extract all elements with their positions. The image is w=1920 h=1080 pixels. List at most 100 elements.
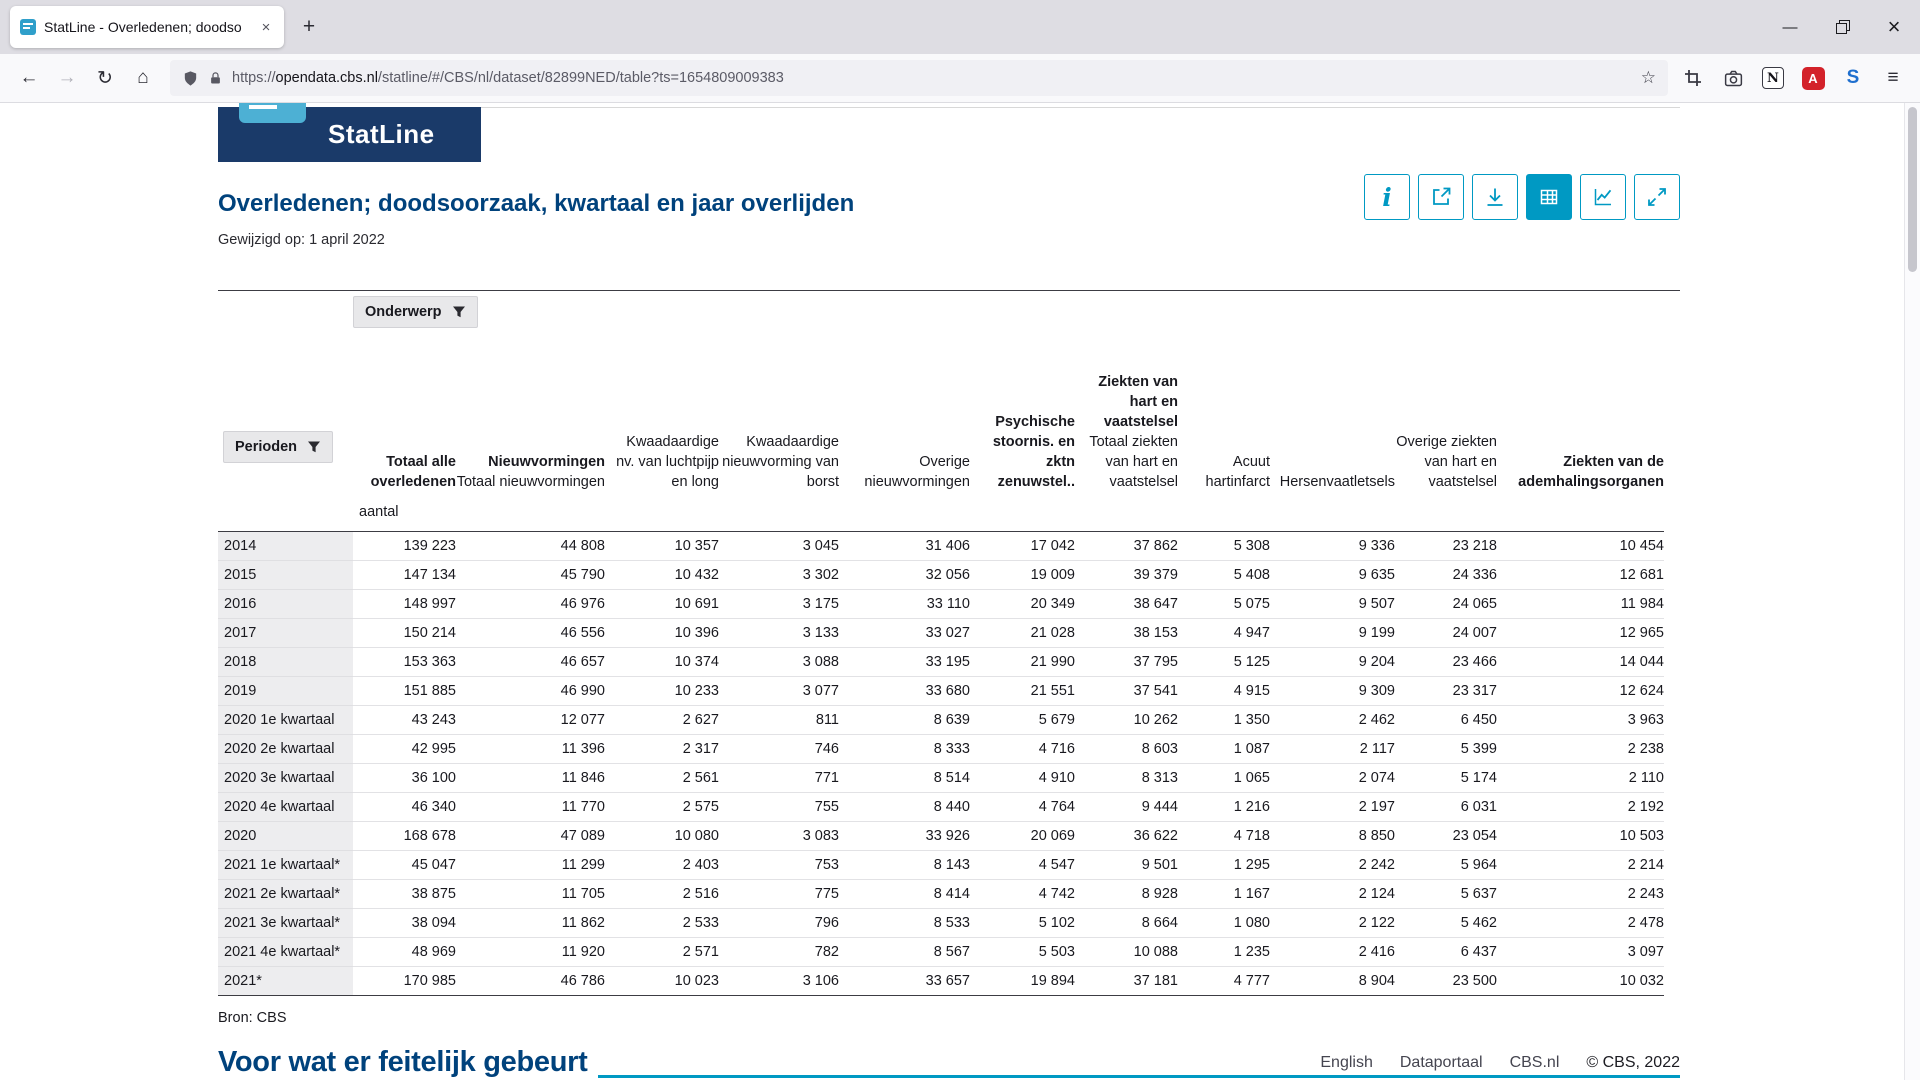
notion-extension-icon[interactable]: N bbox=[1756, 61, 1790, 95]
screenshot-crop-icon[interactable] bbox=[1676, 61, 1710, 95]
cell-value: 31 406 bbox=[839, 532, 970, 561]
cell-value: 8 440 bbox=[839, 793, 970, 822]
browser-nav-bar: ← → ↻ ⌂ https://opendata.cbs.nl/statline… bbox=[0, 54, 1920, 103]
cell-value: 33 195 bbox=[839, 648, 970, 677]
table-row: 2021 4e kwartaal*48 96911 9202 5717828 5… bbox=[218, 938, 1664, 967]
cell-value: 2 575 bbox=[605, 793, 719, 822]
home-button[interactable]: ⌂ bbox=[124, 60, 162, 96]
cell-value: 9 444 bbox=[1075, 793, 1178, 822]
chart-button[interactable] bbox=[1580, 174, 1626, 220]
perioden-header-cell: Perioden bbox=[218, 338, 353, 532]
cell-value: 1 216 bbox=[1178, 793, 1270, 822]
share-button[interactable] bbox=[1418, 174, 1464, 220]
cell-value: 2 478 bbox=[1497, 909, 1664, 938]
cell-value: 150 214 bbox=[353, 619, 456, 648]
cell-value: 2 516 bbox=[605, 880, 719, 909]
filter-funnel-icon bbox=[307, 440, 321, 454]
cell-value: 5 637 bbox=[1395, 880, 1497, 909]
column-header: Kwaadaardige nv. van luchtpijp en long bbox=[605, 338, 719, 498]
scrollbar-thumb[interactable] bbox=[1908, 107, 1917, 272]
s-extension-icon[interactable]: S bbox=[1836, 61, 1870, 95]
cell-value: 3 133 bbox=[719, 619, 839, 648]
cell-value: 782 bbox=[719, 938, 839, 967]
cell-value: 2 242 bbox=[1270, 851, 1395, 880]
cell-value: 33 110 bbox=[839, 590, 970, 619]
lock-icon[interactable] bbox=[208, 71, 223, 86]
cell-value: 2 561 bbox=[605, 764, 719, 793]
tracking-shield-icon[interactable] bbox=[182, 70, 199, 87]
browser-tab[interactable]: StatLine - Overledenen; doodso × bbox=[10, 6, 284, 48]
table-row: 2016148 99746 97610 6913 17533 11020 349… bbox=[218, 590, 1664, 619]
cell-value: 8 533 bbox=[839, 909, 970, 938]
cell-value: 2 317 bbox=[605, 735, 719, 764]
cell-value: 3 963 bbox=[1497, 706, 1664, 735]
reload-button[interactable]: ↻ bbox=[86, 60, 124, 96]
footer-link[interactable]: CBS.nl bbox=[1510, 1054, 1560, 1072]
cell-value: 46 340 bbox=[353, 793, 456, 822]
cell-value: 10 503 bbox=[1497, 822, 1664, 851]
minimize-button[interactable]: — bbox=[1764, 0, 1816, 54]
cell-value: 46 657 bbox=[456, 648, 605, 677]
onderwerp-filter-button[interactable]: Onderwerp bbox=[353, 296, 478, 328]
cell-value: 170 985 bbox=[353, 967, 456, 996]
cell-value: 2 214 bbox=[1497, 851, 1664, 880]
statline-logo[interactable]: StatLine bbox=[218, 107, 481, 162]
cell-value: 11 770 bbox=[456, 793, 605, 822]
cell-value: 36 100 bbox=[353, 764, 456, 793]
page-title: Overledenen; doodsoorzaak, kwartaal en j… bbox=[218, 190, 854, 218]
table-row: 2015147 13445 79010 4323 30232 05619 009… bbox=[218, 561, 1664, 590]
cell-value: 2 197 bbox=[1270, 793, 1395, 822]
cell-value: 21 990 bbox=[970, 648, 1075, 677]
forward-button[interactable]: → bbox=[48, 60, 86, 96]
column-header: Psychische stoornis. en zktn zenuwstel.. bbox=[970, 338, 1075, 498]
cell-value: 21 028 bbox=[970, 619, 1075, 648]
cell-value: 12 681 bbox=[1497, 561, 1664, 590]
cell-value: 43 243 bbox=[353, 706, 456, 735]
cell-value: 8 639 bbox=[839, 706, 970, 735]
table-grid-icon bbox=[1537, 185, 1561, 209]
cell-value: 3 175 bbox=[719, 590, 839, 619]
fullscreen-button[interactable] bbox=[1634, 174, 1680, 220]
period-label: 2020 2e kwartaal bbox=[218, 735, 353, 764]
cell-value: 9 309 bbox=[1270, 677, 1395, 706]
cell-value: 1 065 bbox=[1178, 764, 1270, 793]
cell-value: 3 088 bbox=[719, 648, 839, 677]
menu-hamburger-icon[interactable]: ≡ bbox=[1876, 61, 1910, 95]
cell-value: 153 363 bbox=[353, 648, 456, 677]
cell-value: 23 218 bbox=[1395, 532, 1497, 561]
cell-value: 11 299 bbox=[456, 851, 605, 880]
close-window-button[interactable]: × bbox=[1868, 0, 1920, 54]
back-button[interactable]: ← bbox=[10, 60, 48, 96]
cell-value: 755 bbox=[719, 793, 839, 822]
footer-link[interactable]: English bbox=[1320, 1054, 1372, 1072]
cell-value: 36 622 bbox=[1075, 822, 1178, 851]
column-header: NieuwvormingenTotaal nieuwvormingen bbox=[456, 338, 605, 498]
cell-value: 46 976 bbox=[456, 590, 605, 619]
cell-value: 10 233 bbox=[605, 677, 719, 706]
info-button[interactable]: i bbox=[1364, 174, 1410, 220]
footer-link[interactable]: Dataportaal bbox=[1400, 1054, 1483, 1072]
camera-icon[interactable] bbox=[1716, 61, 1750, 95]
s-letter: S bbox=[1847, 67, 1860, 89]
cell-value: 33 926 bbox=[839, 822, 970, 851]
restore-button[interactable] bbox=[1816, 0, 1868, 54]
new-tab-button[interactable]: + bbox=[292, 10, 326, 44]
url-bar[interactable]: https://opendata.cbs.nl/statline/#/CBS/n… bbox=[170, 60, 1668, 96]
perioden-filter-button[interactable]: Perioden bbox=[223, 431, 333, 463]
tab-title: StatLine - Overledenen; doodso bbox=[44, 19, 248, 35]
statline-logo-text: StatLine bbox=[328, 119, 435, 150]
cell-value: 4 764 bbox=[970, 793, 1075, 822]
cell-value: 24 336 bbox=[1395, 561, 1497, 590]
toolbar-extensions: N A S ≡ bbox=[1676, 61, 1910, 95]
cell-value: 9 501 bbox=[1075, 851, 1178, 880]
cell-value: 33 657 bbox=[839, 967, 970, 996]
table-button[interactable] bbox=[1526, 174, 1572, 220]
bookmark-star-icon[interactable]: ☆ bbox=[1641, 68, 1656, 88]
cell-value: 5 399 bbox=[1395, 735, 1497, 764]
column-header: Acuut hartinfarct bbox=[1178, 338, 1270, 498]
page-scrollbar[interactable] bbox=[1904, 103, 1920, 1080]
download-button[interactable] bbox=[1472, 174, 1518, 220]
acrobat-extension-icon[interactable]: A bbox=[1796, 61, 1830, 95]
tab-close-icon[interactable]: × bbox=[256, 17, 276, 37]
cell-value: 46 556 bbox=[456, 619, 605, 648]
